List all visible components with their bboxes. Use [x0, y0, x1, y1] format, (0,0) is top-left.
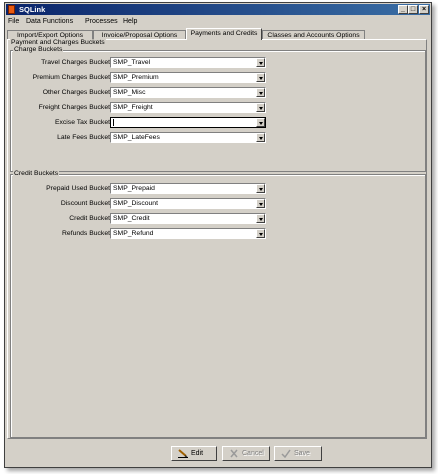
excise-tax-combo[interactable]: [110, 117, 266, 128]
tab-classes-accounts[interactable]: Classes and Accounts Options: [262, 30, 365, 39]
credit-buckets-title: Credit Buckets: [13, 170, 60, 178]
edit-button[interactable]: Edit: [171, 446, 217, 461]
menu-help[interactable]: Help: [123, 17, 137, 26]
cancel-icon: [230, 449, 238, 458]
prepaid-used-label: Prepaid Used Bucket: [46, 185, 110, 192]
credit-label: Credit Bucket: [69, 215, 110, 222]
close-button[interactable]: ×: [419, 5, 429, 14]
chevron-down-icon[interactable]: [256, 184, 265, 193]
refunds-label: Refunds Bucket: [62, 230, 110, 237]
window-title: SQLink: [19, 5, 46, 14]
freight-charges-combo[interactable]: SMP_Freight: [110, 102, 266, 113]
button-bar: Edit Cancel Save: [6, 441, 430, 466]
chevron-down-icon[interactable]: [256, 214, 265, 223]
chevron-down-icon[interactable]: [256, 199, 265, 208]
charge-buckets-title: Charge Buckets: [13, 46, 64, 54]
save-button[interactable]: Save: [274, 446, 322, 461]
tab-invoice-proposal[interactable]: Invoice/Proposal Options: [93, 30, 186, 39]
travel-charges-label: Travel Charges Bucket: [41, 59, 110, 66]
tab-import-export[interactable]: Import/Export Options: [7, 30, 93, 39]
charge-buckets-group: Charge Buckets Travel Charges Bucket SMP…: [10, 46, 426, 172]
cancel-button[interactable]: Cancel: [222, 446, 270, 461]
text-caret: [113, 119, 114, 126]
minimize-button[interactable]: _: [398, 5, 408, 14]
chevron-down-icon[interactable]: [256, 58, 265, 67]
chevron-down-icon[interactable]: [256, 103, 265, 112]
chevron-down-icon[interactable]: [256, 88, 265, 97]
discount-label: Discount Bucket: [60, 200, 110, 207]
credit-combo[interactable]: SMP_Credit: [110, 213, 266, 224]
discount-combo[interactable]: SMP_Discount: [110, 198, 266, 209]
tab-payments-credits[interactable]: Payments and Credits: [186, 28, 262, 40]
travel-charges-combo[interactable]: SMP_Travel: [110, 57, 266, 68]
menu-file[interactable]: File: [8, 17, 19, 26]
tab-panel: Payment and Charges Buckets Charge Bucke…: [7, 39, 427, 439]
chevron-down-icon[interactable]: [256, 229, 265, 238]
credit-buckets-group: Credit Buckets Prepaid Used Bucket SMP_P…: [10, 170, 426, 438]
menu-bar: File Data Functions Processes Help: [6, 16, 430, 26]
refunds-combo[interactable]: SMP_Refund: [110, 228, 266, 239]
checkmark-icon: [281, 449, 291, 458]
tab-strip: Import/Export Options Invoice/Proposal O…: [7, 28, 429, 40]
menu-processes[interactable]: Processes: [85, 17, 118, 26]
chevron-down-icon[interactable]: [256, 133, 265, 142]
prepaid-used-combo[interactable]: SMP_Prepaid: [110, 183, 266, 194]
pencil-icon: [178, 449, 188, 458]
chevron-down-icon[interactable]: [256, 73, 265, 82]
late-fees-label: Late Fees Bucket: [57, 134, 110, 141]
premium-charges-combo[interactable]: SMP_Premium: [110, 72, 266, 83]
excise-tax-label: Excise Tax Bucket: [54, 119, 110, 126]
premium-charges-label: Premium Charges Bucket: [32, 74, 110, 81]
other-charges-label: Other Charges Bucket: [42, 89, 110, 96]
late-fees-combo[interactable]: SMP_LateFees: [110, 132, 266, 143]
freight-charges-label: Freight Charges Bucket: [38, 104, 110, 111]
other-charges-combo[interactable]: SMP_Misc: [110, 87, 266, 98]
maximize-button[interactable]: □: [408, 5, 418, 14]
app-window: SQLink _ □ × File Data Functions Process…: [4, 2, 432, 468]
app-icon: [8, 5, 15, 14]
chevron-down-icon[interactable]: [256, 118, 265, 127]
menu-data-functions[interactable]: Data Functions: [26, 17, 73, 26]
title-bar[interactable]: SQLink _ □ ×: [6, 4, 430, 15]
